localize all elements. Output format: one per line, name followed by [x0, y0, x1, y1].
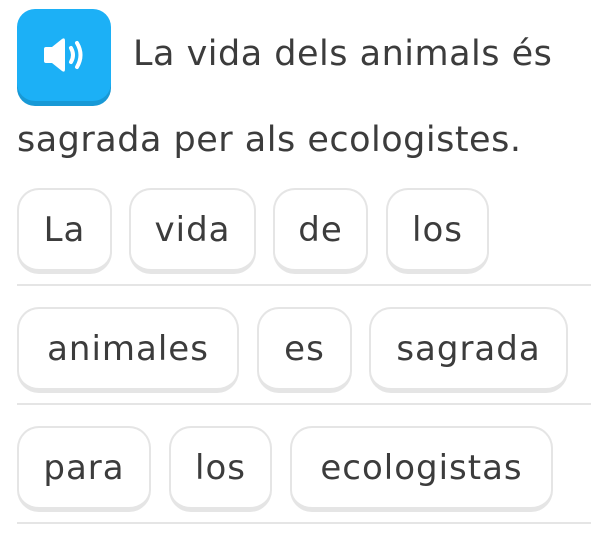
- prompt-text-line-1: La vida dels animals és: [133, 34, 553, 74]
- word-tile-los[interactable]: los: [169, 426, 272, 512]
- word-tile-los[interactable]: los: [386, 188, 489, 274]
- word-bank-row-2: animales es sagrada: [17, 305, 591, 405]
- word-bank-row-1: La vida de los: [17, 186, 591, 286]
- word-tile-es[interactable]: es: [257, 307, 352, 393]
- word-tile-de[interactable]: de: [273, 188, 368, 274]
- word-bank-row-3: para los ecologistas: [17, 424, 591, 524]
- word-tile-para[interactable]: para: [17, 426, 151, 512]
- prompt-text-line-2: sagrada per als ecologistes.: [17, 120, 522, 160]
- word-tile-animales[interactable]: animales: [17, 307, 239, 393]
- speaker-icon: [44, 38, 83, 72]
- word-tile-ecologistas[interactable]: ecologistas: [290, 426, 553, 512]
- word-tile-sagrada[interactable]: sagrada: [369, 307, 568, 393]
- word-tile-vida[interactable]: vida: [129, 188, 256, 274]
- word-tile-la[interactable]: La: [17, 188, 112, 274]
- play-audio-button[interactable]: [17, 9, 111, 101]
